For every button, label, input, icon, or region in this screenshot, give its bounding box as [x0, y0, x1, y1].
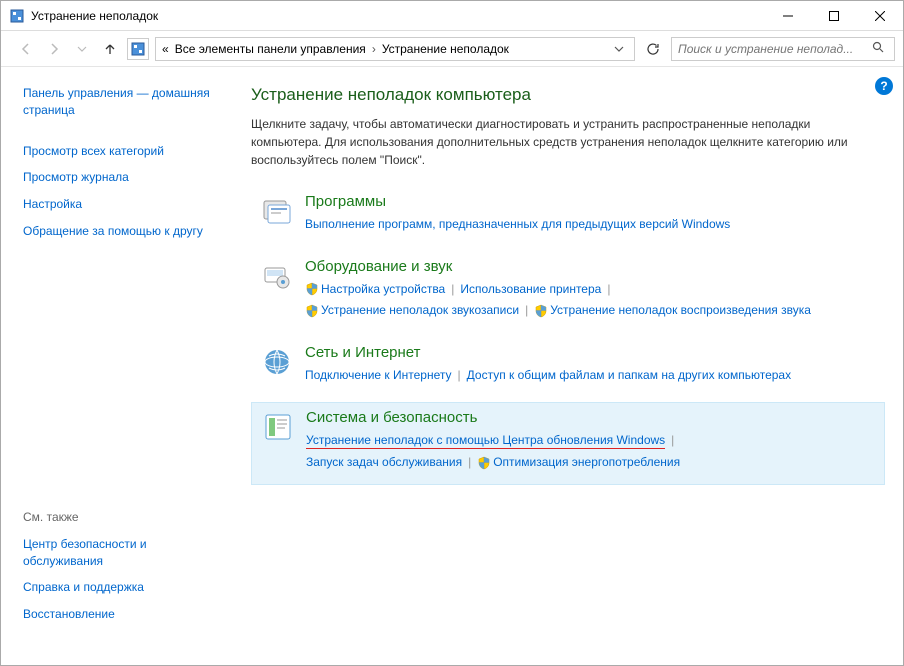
- shield-icon: [305, 304, 319, 318]
- titlebar: Устранение неполадок: [1, 1, 903, 31]
- main-panel: ? Устранение неполадок компьютера Щелкни…: [241, 67, 903, 665]
- maximize-button[interactable]: [811, 1, 857, 31]
- up-button[interactable]: [99, 38, 121, 60]
- category: Сеть и Интернет Подключение к Интернету | Д…: [251, 338, 885, 397]
- window-title: Устранение неполадок: [31, 9, 765, 23]
- category-title[interactable]: Система и безопасность: [306, 409, 876, 426]
- sidebar-link[interactable]: Справка и поддержка: [23, 579, 227, 596]
- refresh-button[interactable]: [641, 37, 665, 61]
- divider: |: [451, 282, 454, 296]
- minimize-button[interactable]: [765, 1, 811, 31]
- category-title[interactable]: Сеть и Интернет: [305, 344, 877, 361]
- task-link[interactable]: Выполнение программ, предназначенных для…: [305, 217, 730, 231]
- category-body: Сеть и Интернет Подключение к Интернету | Д…: [305, 344, 877, 387]
- page-title: Устранение неполадок компьютера: [251, 85, 885, 105]
- sidebar-link[interactable]: Просмотр всех категорий: [23, 143, 227, 160]
- category: Система и безопасность Устранение неполад…: [251, 402, 885, 484]
- close-button[interactable]: [857, 1, 903, 31]
- task-link[interactable]: Доступ к общим файлам и папкам на других…: [467, 368, 791, 382]
- category-links: Устранение неполадок с помощью Центра об…: [306, 430, 876, 473]
- see-also-heading: См. также: [23, 510, 227, 524]
- navbar: « Все элементы панели управления › Устра…: [1, 31, 903, 67]
- category-body: Система и безопасность Устранение неполад…: [306, 409, 876, 473]
- sidebar-link[interactable]: Обращение за помощью к другу: [23, 223, 227, 240]
- forward-button[interactable]: [43, 38, 65, 60]
- task-link[interactable]: Подключение к Интернету: [305, 368, 452, 382]
- shield-icon: [477, 456, 491, 470]
- app-icon: [9, 8, 25, 24]
- task-link[interactable]: Настройка устройства: [321, 282, 445, 296]
- sidebar-link[interactable]: Просмотр журнала: [23, 169, 227, 186]
- task-link[interactable]: Устранение неполадок звукозаписи: [321, 303, 519, 317]
- task-link[interactable]: Оптимизация энергопотребления: [493, 455, 680, 469]
- help-icon[interactable]: ?: [875, 77, 893, 95]
- divider: |: [468, 455, 471, 469]
- chevron-right-icon: ›: [372, 42, 376, 56]
- category: Программы Выполнение программ, предназнач…: [251, 187, 885, 246]
- category-title[interactable]: Оборудование и звук: [305, 258, 877, 275]
- breadcrumb[interactable]: « Все элементы панели управления › Устра…: [155, 37, 635, 61]
- back-button[interactable]: [15, 38, 37, 60]
- address-icon[interactable]: [127, 38, 149, 60]
- task-link[interactable]: Устранение неполадок воспроизведения зву…: [550, 303, 811, 317]
- category-links: Выполнение программ, предназначенных для…: [305, 214, 877, 236]
- search-box[interactable]: [671, 37, 895, 61]
- category-icon: [259, 258, 295, 294]
- sidebar: Панель управления — домашняя страница Пр…: [1, 67, 241, 665]
- content: Панель управления — домашняя страница Пр…: [1, 67, 903, 665]
- breadcrumb-part[interactable]: Все элементы панели управления: [175, 42, 366, 56]
- divider: |: [458, 368, 461, 382]
- shield-icon: [305, 282, 319, 296]
- category-icon: [260, 409, 296, 445]
- breadcrumb-dropdown[interactable]: [610, 44, 628, 54]
- sidebar-link[interactable]: Восстановление: [23, 606, 227, 623]
- task-link[interactable]: Запуск задач обслуживания: [306, 455, 462, 469]
- breadcrumb-part[interactable]: Устранение неполадок: [382, 42, 509, 56]
- breadcrumb-prefix: «: [162, 42, 169, 56]
- category-body: Программы Выполнение программ, предназнач…: [305, 193, 877, 236]
- shield-icon: [534, 304, 548, 318]
- page-description: Щелкните задачу, чтобы автоматически диа…: [251, 115, 861, 169]
- category-links: Настройка устройства | Использование принт…: [305, 279, 877, 322]
- category-title[interactable]: Программы: [305, 193, 877, 210]
- category-icon: [259, 193, 295, 229]
- category-links: Подключение к Интернету | Доступ к общим ф…: [305, 365, 877, 387]
- recent-dropdown[interactable]: [71, 38, 93, 60]
- task-link[interactable]: Использование принтера: [460, 282, 601, 296]
- category-icon: [259, 344, 295, 380]
- category: Оборудование и звук Настройка устройства |…: [251, 252, 885, 332]
- sidebar-link[interactable]: Центр безопасности и обслуживания: [23, 536, 227, 570]
- divider: |: [671, 433, 674, 447]
- search-input[interactable]: [678, 42, 872, 56]
- sidebar-link[interactable]: Настройка: [23, 196, 227, 213]
- search-icon: [872, 41, 884, 56]
- task-link[interactable]: Устранение неполадок с помощью Центра об…: [306, 433, 665, 449]
- divider: |: [525, 303, 528, 317]
- sidebar-home-link[interactable]: Панель управления — домашняя страница: [23, 85, 227, 119]
- category-body: Оборудование и звук Настройка устройства |…: [305, 258, 877, 322]
- window-controls: [765, 1, 903, 31]
- divider: |: [607, 282, 610, 296]
